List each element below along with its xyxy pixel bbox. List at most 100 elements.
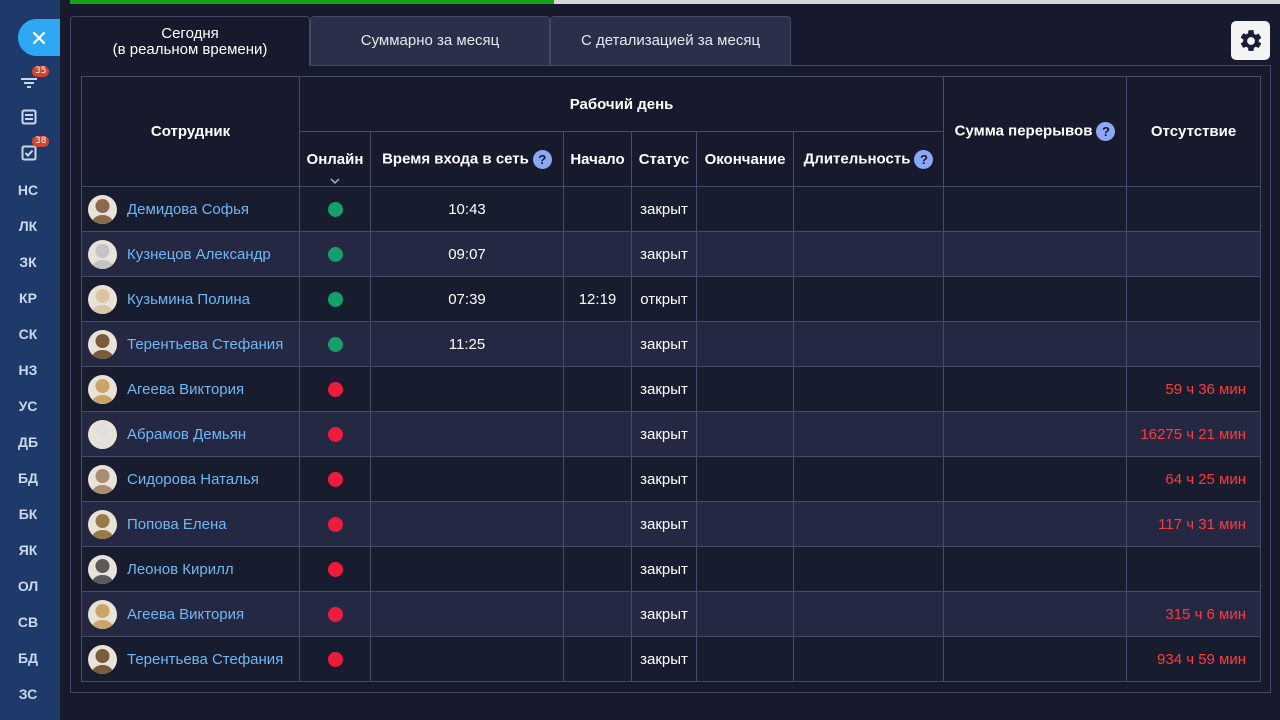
online-cell bbox=[299, 231, 371, 277]
sidebar-item-sv[interactable]: СВ bbox=[0, 614, 56, 630]
close-sidebar-button[interactable] bbox=[18, 19, 60, 56]
tasks-count-badge: 38 bbox=[32, 136, 50, 147]
breaks-cell bbox=[943, 276, 1128, 322]
duration-cell bbox=[792, 321, 945, 367]
sidebar-item-lk[interactable]: ЛК bbox=[0, 218, 56, 234]
employee-name-link[interactable]: Кузнецов Александр bbox=[127, 246, 271, 263]
end-cell bbox=[696, 276, 794, 322]
sidebar-item-ns[interactable]: НС bbox=[0, 182, 56, 198]
end-cell bbox=[696, 186, 794, 232]
sidebar-item-yak[interactable]: ЯК bbox=[0, 542, 56, 558]
online-cell bbox=[299, 501, 371, 547]
breaks-help-icon[interactable]: ? bbox=[1096, 122, 1116, 141]
employee-name-link[interactable]: Леонов Кирилл bbox=[127, 561, 234, 578]
status-cell: закрыт bbox=[631, 456, 697, 502]
breaks-cell bbox=[943, 591, 1128, 637]
header-status[interactable]: Статус bbox=[631, 131, 697, 187]
start-cell bbox=[563, 366, 632, 412]
avatar-image bbox=[88, 419, 117, 449]
employee-name-link[interactable]: Кузьмина Полина bbox=[127, 291, 250, 308]
sidebar-filter-button[interactable]: 35 bbox=[18, 66, 50, 94]
online-cell bbox=[299, 276, 371, 322]
employee-name-link[interactable]: Агеева Виктория bbox=[127, 381, 244, 398]
avatar bbox=[88, 464, 117, 494]
header-start[interactable]: Начало bbox=[563, 131, 632, 187]
sidebar-item-bd[interactable]: БД bbox=[0, 470, 56, 486]
absence-cell bbox=[1126, 186, 1262, 232]
employee-cell: Абрамов Демьян bbox=[81, 411, 300, 457]
header-absence[interactable]: Отсутствие bbox=[1126, 76, 1262, 187]
employee-name-link[interactable]: Агеева Виктория bbox=[127, 606, 244, 623]
header-duration[interactable]: Длительность? bbox=[792, 131, 945, 187]
header-online[interactable]: Онлайн bbox=[299, 131, 371, 187]
avatar-image bbox=[88, 509, 117, 539]
online-cell bbox=[299, 321, 371, 367]
avatar bbox=[88, 554, 117, 584]
status-cell: закрыт bbox=[631, 411, 697, 457]
header-end[interactable]: Окончание bbox=[696, 131, 794, 187]
sidebar-item-bd-2[interactable]: БД bbox=[0, 650, 56, 666]
tab-month-total-label: Суммарно за месяц bbox=[360, 32, 500, 49]
status-cell: закрыт bbox=[631, 636, 697, 682]
sidebar-tasks-button[interactable]: 38 bbox=[18, 136, 50, 164]
tab-month-detail-label: С детализацией за месяц bbox=[580, 32, 761, 49]
login-time-help-icon[interactable]: ? bbox=[532, 149, 552, 169]
settings-button[interactable] bbox=[1231, 21, 1270, 60]
absence-cell bbox=[1126, 231, 1262, 277]
table-row: Леонов Кирилл закрыт bbox=[81, 546, 1262, 592]
login-time-cell: 07:39 bbox=[370, 276, 564, 322]
employee-cell: Терентьева Стефания bbox=[81, 321, 300, 367]
employee-name-link[interactable]: Терентьева Стефания bbox=[127, 336, 283, 353]
employee-name-link[interactable]: Сидорова Наталья bbox=[127, 471, 259, 488]
absence-cell bbox=[1126, 546, 1262, 592]
online-cell bbox=[299, 186, 371, 232]
tab-month-total[interactable]: Суммарно за месяц bbox=[310, 16, 550, 65]
online-status-dot bbox=[327, 337, 343, 353]
table-row: Кузьмина Полина 07:39 12:19 открыт bbox=[81, 276, 1262, 322]
online-cell bbox=[299, 411, 371, 457]
start-cell bbox=[563, 636, 632, 682]
employee-name-link[interactable]: Попова Елена bbox=[127, 516, 227, 533]
duration-cell bbox=[792, 456, 945, 502]
start-cell bbox=[563, 501, 632, 547]
sidebar-item-db[interactable]: ДБ bbox=[0, 434, 56, 450]
sidebar-item-bk[interactable]: БК bbox=[0, 506, 56, 522]
table-row: Кузнецов Александр 09:07 закрыт bbox=[81, 231, 1262, 277]
duration-cell bbox=[792, 546, 945, 592]
tab-today-title: Сегодня bbox=[161, 24, 219, 42]
avatar bbox=[88, 239, 117, 269]
start-cell bbox=[563, 456, 632, 502]
online-status-dot bbox=[327, 472, 343, 488]
sidebar-item-zs[interactable]: ЗС bbox=[0, 686, 56, 702]
sort-chevron-down-icon[interactable] bbox=[330, 178, 340, 184]
duration-cell bbox=[792, 366, 945, 412]
table-row: Абрамов Демьян закрыт 16275 ч 21 мин bbox=[81, 411, 1262, 457]
start-cell: 12:19 bbox=[563, 276, 632, 322]
sidebar-item-nz[interactable]: НЗ bbox=[0, 362, 56, 378]
breaks-cell bbox=[943, 321, 1128, 367]
sidebar-item-kr[interactable]: КР bbox=[0, 290, 56, 306]
sidebar-item-ol[interactable]: ОЛ bbox=[0, 578, 56, 594]
duration-help-icon[interactable]: ? bbox=[914, 149, 934, 169]
start-cell bbox=[563, 411, 632, 457]
sidebar-item-sk[interactable]: СК bbox=[0, 326, 56, 342]
online-status-dot bbox=[327, 382, 343, 398]
header-employee[interactable]: Сотрудник bbox=[81, 76, 300, 187]
employees-table: Сотрудник Рабочий день Сумма перерывов? … bbox=[81, 76, 1262, 682]
sidebar-inbox-button[interactable] bbox=[18, 106, 40, 128]
table-row: Сидорова Наталья закрыт 64 ч 25 мин bbox=[81, 456, 1262, 502]
status-cell: закрыт bbox=[631, 231, 697, 277]
employee-name-link[interactable]: Абрамов Демьян bbox=[127, 426, 246, 443]
tab-month-detail[interactable]: С детализацией за месяц bbox=[550, 16, 791, 65]
status-cell: открыт bbox=[631, 276, 697, 322]
duration-cell bbox=[792, 501, 945, 547]
online-status-dot bbox=[327, 517, 343, 533]
employee-name-link[interactable]: Терентьева Стефания bbox=[127, 651, 283, 668]
sidebar: 35 38 НС ЛК ЗК КР СК НЗ УС ДБ БД БК ЯК О… bbox=[0, 0, 60, 720]
employee-name-link[interactable]: Демидова Софья bbox=[127, 201, 249, 218]
header-login-time[interactable]: Время входа в сеть? bbox=[370, 131, 564, 187]
sidebar-item-us[interactable]: УС bbox=[0, 398, 56, 414]
tab-today[interactable]: Сегодня (в реальном времени) bbox=[70, 16, 310, 66]
header-breaks[interactable]: Сумма перерывов? bbox=[943, 76, 1128, 187]
sidebar-item-zk[interactable]: ЗК bbox=[0, 254, 56, 270]
